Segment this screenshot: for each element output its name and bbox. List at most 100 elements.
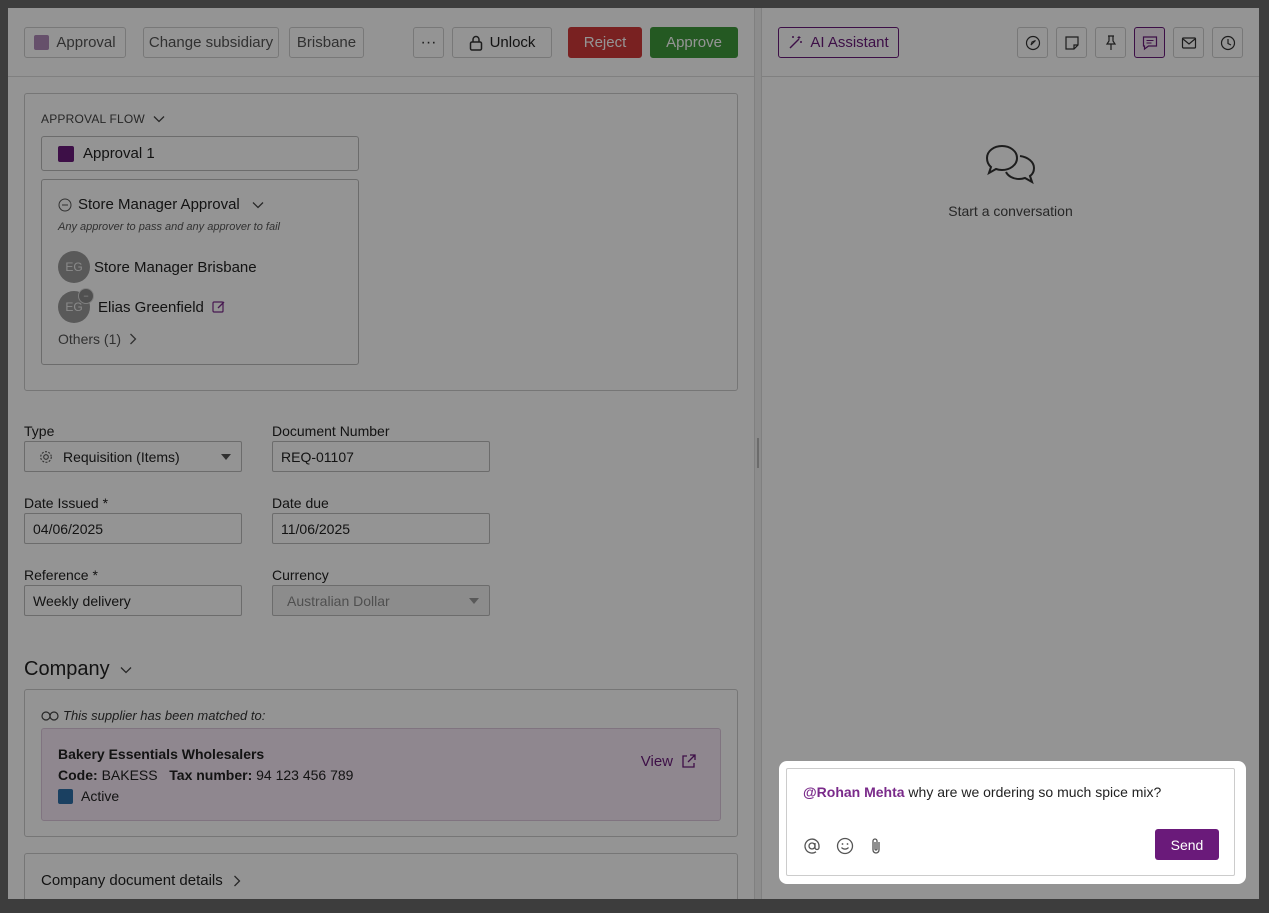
paperclip-icon <box>872 838 880 854</box>
type-value: Requisition (Items) <box>63 448 180 465</box>
mention-button[interactable] <box>801 835 823 857</box>
chat-icon <box>1142 35 1157 50</box>
supplier-codes: Code: BAKESS Tax number: 94 123 456 789 <box>58 767 353 783</box>
gear-icon <box>40 450 52 463</box>
tax-number-value: 94 123 456 789 <box>256 767 354 783</box>
lock-icon <box>469 35 482 51</box>
company-section-toggle[interactable]: Company <box>24 658 132 681</box>
approval-flow-title: APPROVAL FLOW <box>41 112 145 126</box>
smiley-icon <box>836 837 854 855</box>
date-issued-label: Date Issued * <box>24 495 109 511</box>
more-options-button[interactable]: ··· <box>413 27 444 58</box>
unlock-label: Unlock <box>489 34 536 51</box>
matched-supplier-card: Bakery Essentials Wholesalers Code: BAKE… <box>41 728 721 821</box>
approval-flow-section: APPROVAL FLOW Approval 1 Store Manager A… <box>24 93 738 391</box>
change-subsidiary-button[interactable]: Change subsidiary <box>143 27 279 58</box>
others-toggle[interactable]: Others (1) <box>58 331 137 347</box>
supplier-matched-note: This supplier has been matched to: <box>41 708 265 723</box>
approval-stage[interactable]: Approval 1 <box>41 136 359 171</box>
supplier-status: Active <box>58 788 119 804</box>
currency-select: Australian Dollar <box>272 585 490 616</box>
mail-icon <box>1181 36 1196 49</box>
history-icon <box>1220 35 1235 50</box>
chevron-down-icon <box>252 201 264 208</box>
approval-flow-toggle[interactable]: APPROVAL FLOW <box>41 112 165 126</box>
code-value: BAKESS <box>101 767 158 783</box>
approval-step-rule: Any approver to pass and any approver to… <box>58 221 280 233</box>
link-icon <box>41 710 59 721</box>
magic-wand-icon <box>789 36 803 49</box>
location-button[interactable]: Brisbane <box>289 27 364 58</box>
notes-button[interactable] <box>1056 27 1087 58</box>
chevron-down-icon <box>120 666 132 673</box>
document-number-label: Document Number <box>272 423 390 439</box>
company-document-details-section: Company document details <box>24 853 738 899</box>
view-supplier-link[interactable]: View <box>641 753 696 770</box>
code-label: Code: <box>58 767 98 783</box>
company-document-details-title: Company document details <box>41 872 223 889</box>
status-color-swatch <box>58 788 73 804</box>
company-document-details-toggle[interactable]: Company document details <box>41 872 241 889</box>
type-label: Type <box>24 423 55 439</box>
avatar: EG − <box>58 288 94 323</box>
view-label: View <box>640 753 673 770</box>
comment-composer-card: @Rohan Mehta why are we ordering so much… <box>779 761 1246 884</box>
note-icon <box>1064 35 1079 50</box>
approval-step-card: Store Manager Approval Any approver to p… <box>41 179 359 365</box>
supplier-matched-text: This supplier has been matched to: <box>63 708 266 723</box>
approver-row: EG − Elias Greenfield <box>58 288 226 323</box>
chevron-right-icon <box>130 333 137 345</box>
reject-button[interactable]: Reject <box>568 27 642 58</box>
attach-button[interactable] <box>865 835 887 857</box>
grip-icon <box>757 438 759 468</box>
history-button[interactable] <box>1212 27 1243 58</box>
minus-circle-icon <box>58 198 72 211</box>
approval-status-label: Approval <box>56 34 116 51</box>
email-button[interactable] <box>1173 27 1204 58</box>
external-link-icon <box>682 754 696 768</box>
approval-color-swatch <box>34 35 50 50</box>
unlock-button[interactable]: Unlock <box>452 27 552 58</box>
approver-name: Store Manager Brisbane <box>94 258 257 276</box>
approval-step-title: Store Manager Approval <box>78 196 240 213</box>
status-label: Active <box>81 788 120 804</box>
pin-button[interactable] <box>1095 27 1126 58</box>
ai-assistant-label: AI Assistant <box>810 34 889 51</box>
currency-value: Australian Dollar <box>287 592 390 609</box>
company-section: This supplier has been matched to: Baker… <box>24 689 738 837</box>
stage-color-swatch <box>58 145 74 162</box>
supplier-name: Bakery Essentials Wholesalers <box>58 746 265 762</box>
document-number-field[interactable]: REQ-01107 <box>272 441 490 472</box>
compass-button[interactable] <box>1017 27 1048 58</box>
date-due-field[interactable]: 11/06/2025 <box>272 513 490 544</box>
others-label: Others (1) <box>58 331 122 347</box>
approve-button[interactable]: Approve <box>650 27 738 58</box>
conversation-icon <box>985 144 1035 185</box>
caret-down-icon <box>221 454 231 460</box>
approver-row: EG Store Manager Brisbane <box>58 251 257 283</box>
comment-input[interactable]: @Rohan Mehta why are we ordering so much… <box>803 784 1161 800</box>
panel-resize-handle[interactable] <box>754 8 762 899</box>
ai-assistant-button[interactable]: AI Assistant <box>778 27 899 58</box>
stage-label: Approval 1 <box>83 145 155 162</box>
pending-badge-icon: − <box>78 288 94 304</box>
comments-button[interactable] <box>1134 27 1165 58</box>
chevron-right-icon <box>233 875 241 886</box>
reference-field[interactable]: Weekly delivery <box>24 585 242 616</box>
reference-label: Reference * <box>24 567 98 583</box>
approval-step-toggle[interactable]: Store Manager Approval <box>58 196 264 213</box>
currency-label: Currency <box>272 567 329 583</box>
edit-icon[interactable] <box>212 300 226 314</box>
approval-status-button[interactable]: Approval <box>24 27 126 58</box>
comment-composer[interactable]: @Rohan Mehta why are we ordering so much… <box>786 768 1235 876</box>
type-select[interactable]: Requisition (Items) <box>24 441 242 472</box>
approver-name: Elias Greenfield <box>98 298 204 316</box>
at-sign-icon <box>804 838 820 854</box>
send-button[interactable]: Send <box>1155 829 1219 860</box>
emoji-button[interactable] <box>834 835 856 857</box>
company-heading: Company <box>24 658 110 680</box>
document-panel: Approval Change subsidiary Brisbane ··· … <box>8 8 754 899</box>
date-issued-field[interactable]: 04/06/2025 <box>24 513 242 544</box>
pin-icon <box>1105 34 1116 50</box>
date-due-label: Date due <box>272 495 329 511</box>
